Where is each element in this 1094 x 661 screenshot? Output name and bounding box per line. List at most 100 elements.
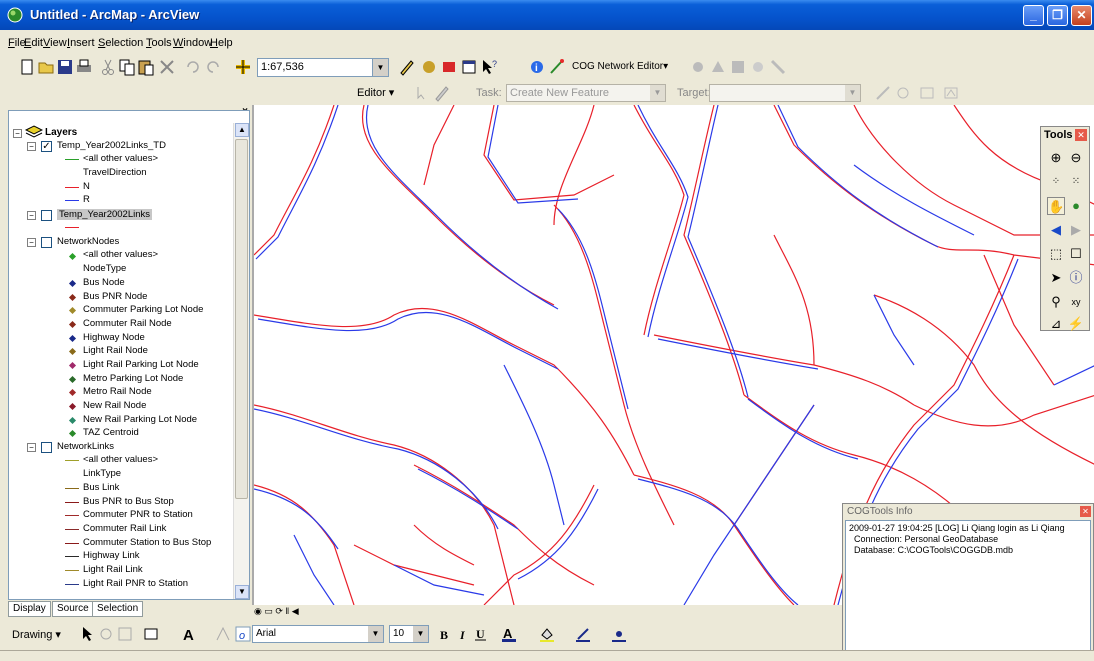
sketch-properties-icon[interactable]: [942, 84, 960, 102]
select-pointer-icon[interactable]: [78, 625, 96, 643]
zoom-in-icon[interactable]: ⊕: [1047, 149, 1065, 167]
bold-icon[interactable]: B: [436, 625, 454, 643]
chevron-down-icon[interactable]: ▼: [650, 85, 665, 101]
layer-name[interactable]: NetworkNodes: [57, 236, 119, 247]
paste-icon[interactable]: [137, 58, 155, 76]
collapse-icon[interactable]: −: [13, 129, 22, 138]
edit-pointer-icon[interactable]: [413, 84, 431, 102]
go-to-xy-icon[interactable]: xy: [1067, 293, 1085, 311]
layers-root[interactable]: Layers: [45, 127, 77, 138]
select-features-icon[interactable]: ⬚: [1047, 245, 1065, 263]
menu-window[interactable]: Window: [173, 37, 212, 49]
menu-insert[interactable]: Insert: [67, 37, 95, 49]
cog-tool-4-icon[interactable]: [749, 58, 767, 76]
delete-icon[interactable]: [158, 58, 176, 76]
attributes-icon[interactable]: [918, 84, 936, 102]
map-scale-combo[interactable]: 1:67,536 ▼: [257, 58, 389, 77]
select-elements-icon[interactable]: ➤: [1047, 269, 1065, 287]
cog-network-editor-menu[interactable]: COG Network Editor▾: [572, 61, 668, 72]
cut-icon[interactable]: [99, 58, 117, 76]
cog-tool-5-icon[interactable]: [769, 58, 787, 76]
layer-name[interactable]: NetworkLinks: [57, 441, 114, 452]
sketch-pencil-icon[interactable]: [433, 84, 451, 102]
target-combo[interactable]: ▼: [709, 84, 861, 102]
arctoolbox-icon[interactable]: [420, 58, 438, 76]
scroll-up-icon[interactable]: ▲: [235, 123, 249, 137]
find-binoculars-icon[interactable]: ⚲: [1047, 293, 1065, 311]
identify-icon[interactable]: ⓘ: [1067, 269, 1085, 287]
collapse-icon[interactable]: −: [27, 142, 36, 151]
tab-selection[interactable]: Selection: [92, 601, 144, 617]
measure-icon[interactable]: ⊿: [1047, 315, 1065, 333]
pan-hand-icon[interactable]: ✋: [1047, 197, 1065, 215]
font-size-combo[interactable]: 10 ▼: [389, 625, 429, 643]
font-name-combo[interactable]: Arial ▼: [252, 625, 384, 643]
layer-visibility-checkbox[interactable]: [41, 210, 52, 221]
zoom-out-icon[interactable]: ⊖: [1067, 149, 1085, 167]
maximize-button[interactable]: ❐: [1047, 5, 1068, 26]
save-icon[interactable]: [56, 58, 74, 76]
layout-view-icon[interactable]: ▭: [264, 606, 273, 616]
help-pointer-icon[interactable]: ?: [480, 58, 498, 76]
marker-color-icon[interactable]: [610, 625, 628, 643]
close-icon[interactable]: ✕: [1075, 129, 1087, 141]
edit-tool-1-icon[interactable]: [874, 84, 892, 102]
info-log[interactable]: 2009-01-27 19:04:25 [LOG] Li Qiang login…: [845, 520, 1091, 656]
view-switch-controls[interactable]: ◉ ▭ ⟳ ‖ ◀: [254, 606, 304, 620]
italic-icon[interactable]: I: [454, 625, 472, 643]
underline-icon[interactable]: U: [472, 625, 490, 643]
pause-icon[interactable]: ‖: [285, 606, 289, 616]
menu-view[interactable]: View: [43, 37, 67, 49]
layer-visibility-checkbox[interactable]: [41, 237, 52, 248]
collapse-icon[interactable]: −: [27, 238, 36, 247]
menu-edit[interactable]: Edit: [24, 37, 43, 49]
back-arrow-icon[interactable]: ◀: [1047, 221, 1065, 239]
layer-name[interactable]: Temp_Year2002Links_TD: [57, 140, 166, 151]
layer-visibility-checkbox[interactable]: ✓: [41, 141, 52, 152]
font-icon[interactable]: o: [234, 625, 252, 643]
collapse-icon[interactable]: −: [27, 211, 36, 220]
open-icon[interactable]: [37, 58, 55, 76]
cog-tool-3-icon[interactable]: [729, 58, 747, 76]
menu-help[interactable]: Help: [210, 37, 233, 49]
full-extent-globe-icon[interactable]: ●: [1067, 197, 1085, 215]
chevron-down-icon[interactable]: ▼: [368, 626, 383, 642]
edit-tool-2-icon[interactable]: [894, 84, 912, 102]
scroll-down-icon[interactable]: ▼: [235, 585, 249, 599]
layer-visibility-checkbox[interactable]: [41, 442, 52, 453]
cog-tool-1-icon[interactable]: [689, 58, 707, 76]
toc-scrollbar[interactable]: ▲ ▼: [233, 123, 249, 599]
refresh-icon[interactable]: ⟳: [275, 606, 283, 616]
copy-icon[interactable]: [118, 58, 136, 76]
hyperlink-icon[interactable]: ⚡: [1067, 315, 1085, 333]
fixed-zoom-out-icon[interactable]: ⁙: [1067, 173, 1085, 191]
minimize-button[interactable]: _: [1023, 5, 1044, 26]
menu-selection[interactable]: Selection: [98, 37, 143, 49]
menu-tools[interactable]: Tools: [146, 37, 172, 49]
task-combo[interactable]: Create New Feature ▼: [506, 84, 666, 102]
collapse-icon[interactable]: −: [27, 443, 36, 452]
editor-toolbar-icon[interactable]: [398, 58, 416, 76]
cog-tool-2-icon[interactable]: [709, 58, 727, 76]
tab-display[interactable]: Display: [8, 601, 51, 617]
undo-icon[interactable]: [184, 58, 202, 76]
clear-selection-icon[interactable]: ☐: [1067, 245, 1085, 263]
tab-source[interactable]: Source: [52, 601, 94, 617]
scroll-left-icon[interactable]: ◀: [292, 606, 299, 616]
line-color-icon[interactable]: [574, 625, 592, 643]
add-data-icon[interactable]: [234, 58, 252, 76]
fixed-zoom-in-icon[interactable]: ⁘: [1047, 173, 1065, 191]
editor-menu-button[interactable]: Editor ▾: [357, 86, 394, 99]
edit-vertices-icon[interactable]: [214, 625, 232, 643]
rectangle-icon[interactable]: [142, 625, 160, 643]
drawing-menu[interactable]: Drawing ▾: [12, 628, 61, 641]
forward-arrow-icon[interactable]: ▶: [1067, 221, 1085, 239]
fill-color-icon[interactable]: [538, 625, 556, 643]
scroll-thumb[interactable]: [235, 139, 248, 499]
font-color-icon[interactable]: A: [500, 625, 518, 643]
identify-info-icon[interactable]: i: [528, 58, 546, 76]
layer-name[interactable]: Temp_Year2002Links: [57, 209, 153, 220]
text-tool-icon[interactable]: A: [180, 625, 198, 643]
rotate-icon[interactable]: [97, 625, 115, 643]
data-view-icon[interactable]: ◉: [254, 606, 262, 616]
